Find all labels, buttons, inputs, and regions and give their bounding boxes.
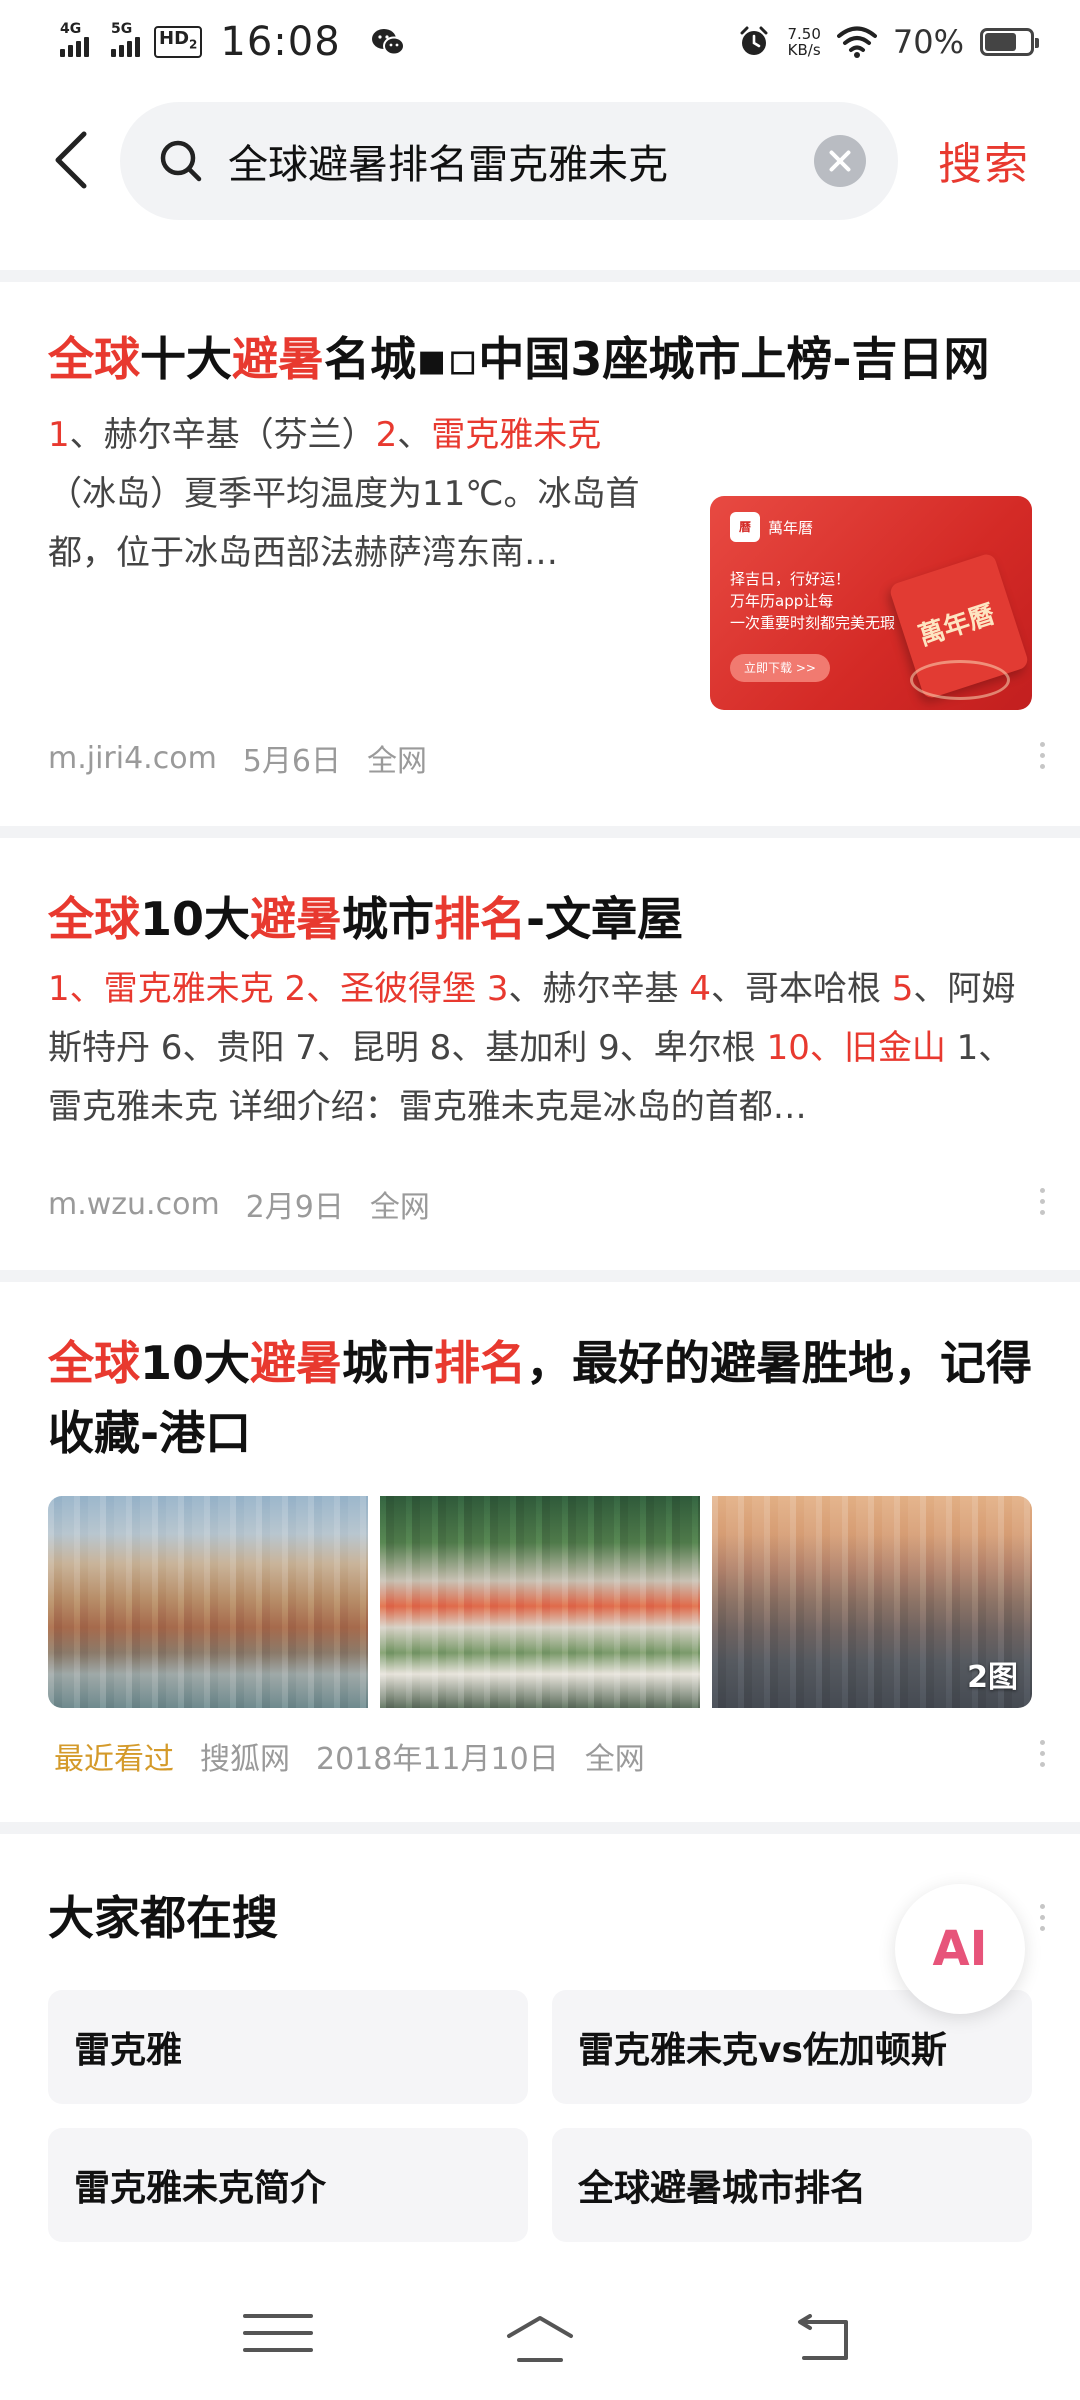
search-header: 搜索 bbox=[0, 100, 1080, 220]
result-snippet: 1、赫尔辛基（芬兰）2、雷克雅未克（冰岛）夏季平均温度为11℃。冰岛首都，位于冰… bbox=[48, 415, 640, 573]
result-snippet: 1、雷克雅未克 2、圣彼得堡 3、赫尔辛基 4、哥本哈根 5、阿姆斯特丹 6、贵… bbox=[48, 969, 1016, 1127]
city-photo[interactable] bbox=[48, 1496, 368, 1708]
network-speed: 7.50 KB/s bbox=[787, 25, 821, 59]
result-meta: m.wzu.com 2月9日 全网 bbox=[48, 1186, 430, 1226]
more-options-icon[interactable] bbox=[1036, 1736, 1048, 1776]
photo-strip[interactable]: 2图 bbox=[48, 1496, 1032, 1708]
section-divider bbox=[0, 1270, 1080, 1282]
result-title[interactable]: 全球10大避暑城市排名，最好的避暑胜地，记得收藏-港口 bbox=[48, 1328, 1032, 1468]
related-searches-grid: 雷克雅 雷克雅未克vs佐加顿斯 雷克雅未克简介 全球避暑城市排名 bbox=[48, 1990, 1032, 2242]
city-photo[interactable] bbox=[380, 1496, 700, 1708]
signal-5g-icon: 5G bbox=[111, 21, 140, 57]
battery-icon bbox=[980, 28, 1039, 56]
back-nav-icon[interactable] bbox=[790, 2314, 860, 2364]
signal-4g-icon: 4G bbox=[60, 21, 89, 57]
search-button[interactable]: 搜索 bbox=[938, 128, 1030, 192]
back-arrow-icon[interactable] bbox=[48, 128, 98, 192]
search-input[interactable] bbox=[228, 138, 788, 184]
thumbnail-slogan: 择吉日，行好运！ 万年历app让每 一次重要时刻都完美无瑕 bbox=[730, 570, 896, 632]
wave-decoration bbox=[910, 660, 1010, 700]
section-divider bbox=[0, 1822, 1080, 1834]
result-meta: m.jiri4.com 5月6日 全网 bbox=[48, 740, 427, 780]
battery-percent: 70% bbox=[892, 23, 964, 61]
result-title[interactable]: 全球十大避暑名城▪▫中国3座城市上榜-吉日网 bbox=[48, 324, 1032, 394]
navigation-bar bbox=[0, 2290, 1080, 2390]
photo-count-badge: 2图 bbox=[967, 1660, 1018, 1695]
result-title[interactable]: 全球10大避暑城市排名-文章屋 bbox=[48, 884, 1032, 954]
more-options-icon[interactable] bbox=[1036, 1184, 1048, 1224]
recently-viewed-tag: 最近看过 bbox=[54, 1742, 174, 1777]
hd-voice-icon: HD2 bbox=[154, 26, 203, 58]
section-divider bbox=[0, 270, 1080, 282]
status-bar: 4G 5G HD2 16:08 7.50 KB/s 70% bbox=[0, 0, 1080, 84]
section-divider bbox=[0, 826, 1080, 838]
menu-icon[interactable] bbox=[243, 2314, 313, 2364]
result-card-2[interactable]: 全球10大避暑城市排名-文章屋 1、雷克雅未克 2、圣彼得堡 3、赫尔辛基 4、… bbox=[0, 884, 1080, 1137]
clear-search-button[interactable] bbox=[814, 135, 866, 187]
related-search-chip[interactable]: 雷克雅未克简介 bbox=[48, 2128, 528, 2242]
wechat-icon bbox=[371, 29, 405, 56]
related-searches-title: 大家都在搜 bbox=[48, 1891, 278, 1945]
home-icon[interactable] bbox=[505, 2314, 575, 2364]
more-options-icon[interactable] bbox=[1036, 738, 1048, 778]
download-badge: 立即下载 >> bbox=[730, 654, 830, 682]
result-meta: 最近看过 搜狐网 2018年11月10日 全网 bbox=[54, 1734, 671, 1778]
clock: 16:08 bbox=[220, 19, 341, 65]
related-search-chip[interactable]: 雷克雅 bbox=[48, 1990, 528, 2104]
app-logo: 曆萬年曆 bbox=[730, 512, 813, 542]
wifi-icon bbox=[836, 26, 877, 58]
search-box[interactable] bbox=[120, 102, 898, 220]
related-search-chip[interactable]: 全球避暑城市排名 bbox=[552, 2128, 1032, 2242]
alarm-icon bbox=[740, 26, 768, 55]
more-options-icon[interactable] bbox=[1036, 1900, 1048, 1940]
result-thumbnail[interactable]: 曆萬年曆 择吉日，行好运！ 万年历app让每 一次重要时刻都完美无瑕 立即下载 … bbox=[710, 496, 1032, 710]
result-card-3[interactable]: 全球10大避暑城市排名，最好的避暑胜地，记得收藏-港口 bbox=[0, 1328, 1080, 1468]
ai-assistant-button[interactable]: AI bbox=[895, 1884, 1025, 2014]
city-photo[interactable]: 2图 bbox=[712, 1496, 1032, 1708]
search-icon bbox=[160, 140, 202, 182]
